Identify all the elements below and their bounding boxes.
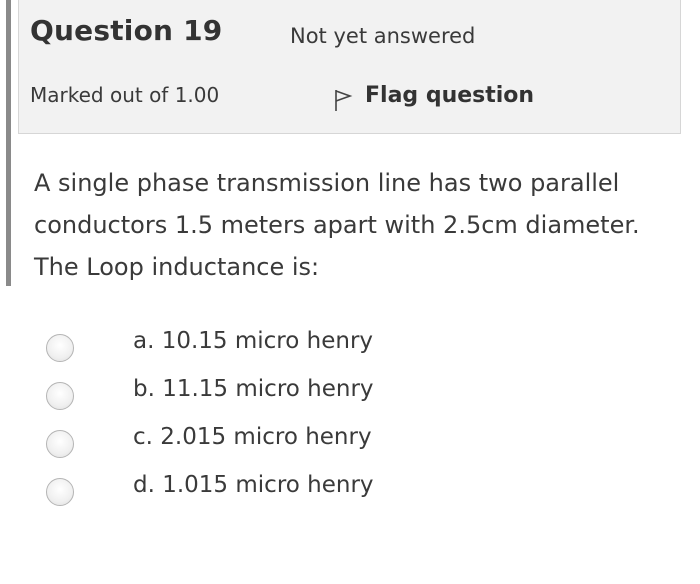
question-state: Not yet answered	[290, 24, 476, 48]
question-page: Question 19 Not yet answered Marked out …	[0, 0, 700, 584]
answer-label-d[interactable]: d. 1.015 micro henry	[133, 472, 374, 498]
answer-option-a[interactable]: a. 10.15 micro henry	[0, 320, 700, 364]
radio-button-b[interactable]	[46, 382, 74, 410]
answer-option-c[interactable]: c. 2.015 micro henry	[0, 416, 700, 460]
radio-button-d[interactable]	[46, 478, 74, 506]
answer-label-a[interactable]: a. 10.15 micro henry	[133, 328, 373, 354]
answer-label-c[interactable]: c. 2.015 micro henry	[133, 424, 372, 450]
question-text: A single phase transmission line has two…	[34, 169, 640, 281]
answer-option-b[interactable]: b. 11.15 micro henry	[0, 368, 700, 412]
question-number: Question 19	[30, 14, 223, 47]
answer-label-b[interactable]: b. 11.15 micro henry	[133, 376, 374, 402]
flag-icon[interactable]	[333, 88, 353, 112]
answer-option-d[interactable]: d. 1.015 micro henry	[0, 464, 700, 508]
radio-button-c[interactable]	[46, 430, 74, 458]
flag-question-label[interactable]: Flag question	[365, 83, 534, 108]
flag-question-button[interactable]: Flag question	[333, 80, 534, 112]
question-info-box: Question 19 Not yet answered Marked out …	[18, 0, 681, 134]
question-grade: Marked out of 1.00	[30, 83, 220, 107]
radio-button-a[interactable]	[46, 334, 74, 362]
question-left-rule	[6, 0, 11, 286]
